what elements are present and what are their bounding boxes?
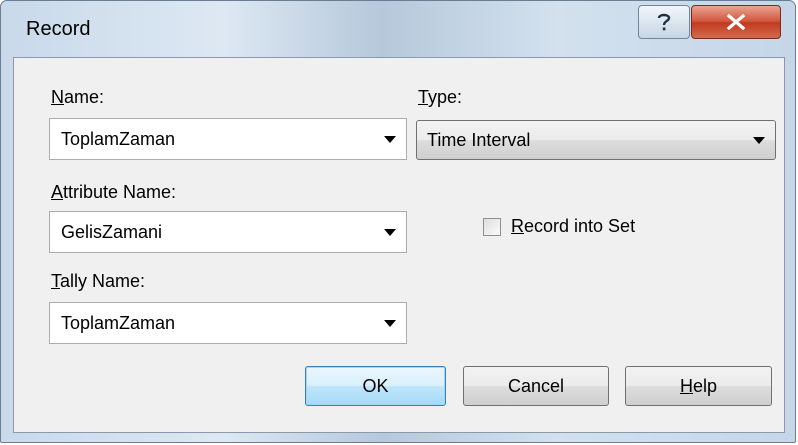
triangle-down-icon [384,320,396,327]
record-into-set-option[interactable]: Record into Set [483,216,635,237]
type-value: Time Interval [427,130,531,150]
name-value: ToplamZaman [61,129,176,149]
window-title: Record [26,18,91,40]
attribute-name-combobox[interactable]: GelisZamani [49,211,407,253]
type-select[interactable]: Time Interval [416,120,776,160]
tally-name-value: ToplamZaman [61,313,176,333]
titlebar-close-button[interactable] [691,5,781,39]
triangle-down-icon [384,229,396,236]
attribute-name-label: Attribute Name: [51,182,177,202]
record-dialog-window: Record Name: ToplamZaman Type: Time Inte… [0,0,796,443]
titlebar-help-button[interactable] [638,5,690,39]
tally-name-label: Tally Name: [51,271,146,291]
ok-button[interactable]: OK [305,366,446,406]
close-x-icon [727,14,745,30]
record-into-set-checkbox[interactable] [483,217,501,236]
name-combobox[interactable]: ToplamZaman [49,118,407,160]
question-mark-icon [657,13,671,31]
record-into-set-label[interactable]: Record into Set [511,216,635,237]
name-label: Name: [51,87,105,107]
cancel-button[interactable]: Cancel [463,366,609,406]
triangle-down-icon [753,137,765,144]
tally-name-combobox[interactable]: ToplamZaman [49,302,407,344]
attribute-name-value: GelisZamani [61,222,163,242]
type-label: Type: [418,87,463,107]
help-button[interactable]: Help [625,366,772,406]
triangle-down-icon [384,136,396,143]
